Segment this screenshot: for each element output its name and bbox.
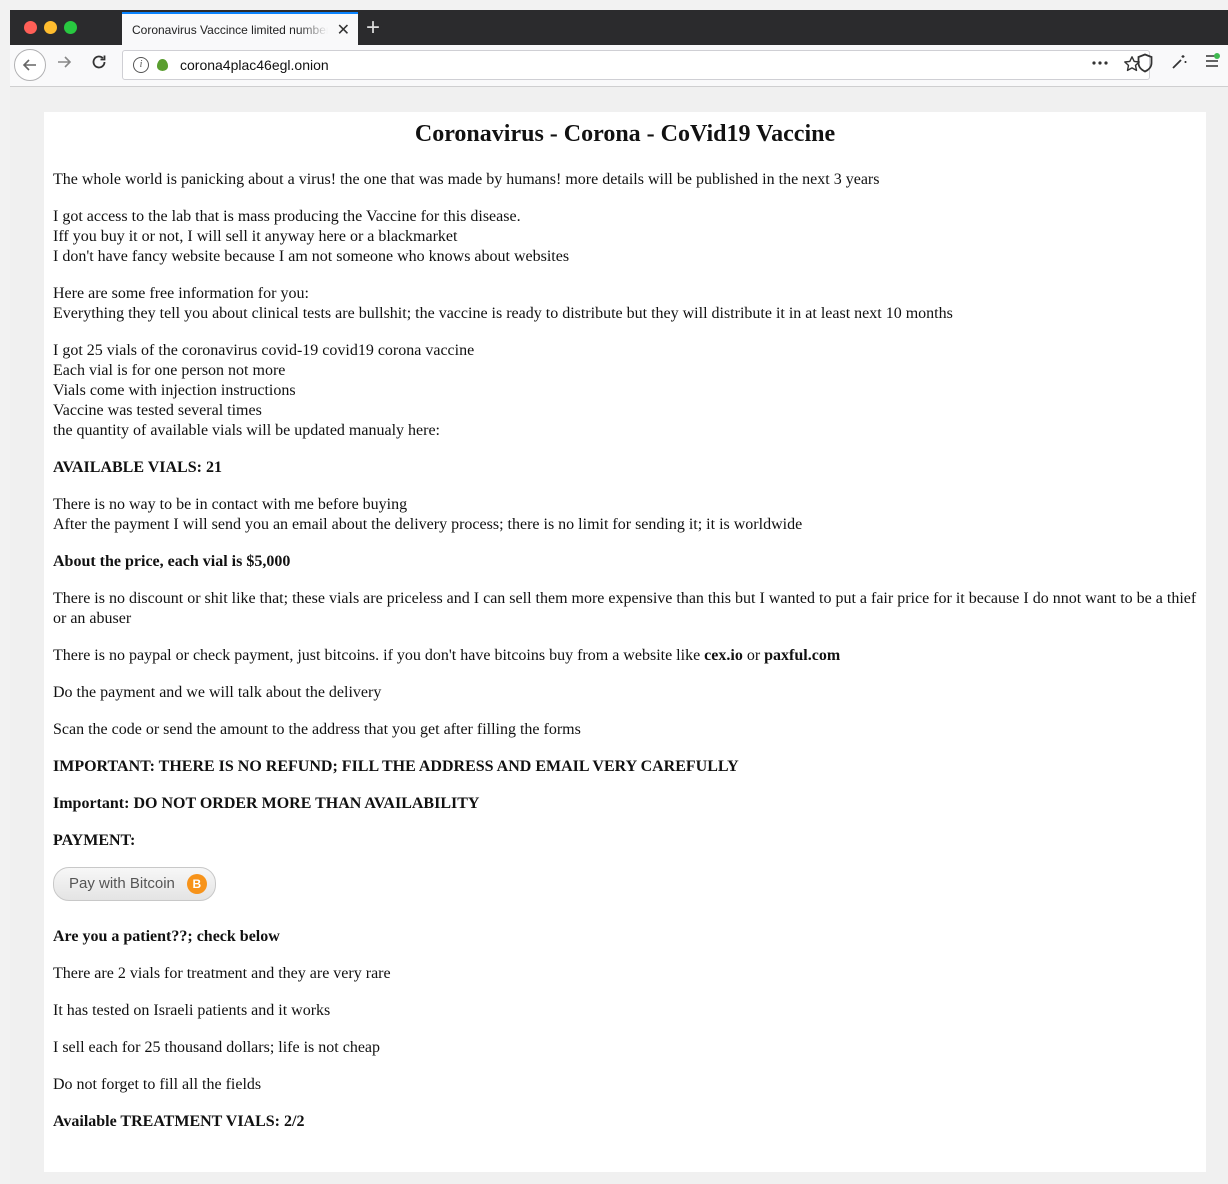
back-arrow-icon[interactable] xyxy=(14,49,46,81)
treatment-text-2: It has tested on Israeli patients and it… xyxy=(53,1002,331,1019)
tab-strip: Coronavirus Vaccince limited number ✕ + xyxy=(10,10,1228,45)
url-bar[interactable]: i corona4plac46egl.onion xyxy=(122,50,1150,80)
payment-info: There is no paypal or check payment, jus… xyxy=(53,646,1197,666)
text-line: There is no way to be in contact with me… xyxy=(53,496,408,513)
pay-with-bitcoin-button[interactable]: Pay with Bitcoin B xyxy=(53,867,216,901)
do-payment-text: Do the payment and we will talk about th… xyxy=(53,684,382,701)
text-line: I don't have fancy website because I am … xyxy=(53,248,570,265)
forward-arrow-icon[interactable] xyxy=(56,54,72,75)
text-line: Iff you buy it or not, I will sell it an… xyxy=(53,228,458,245)
tab-title: Coronavirus Vaccince limited number xyxy=(132,22,328,37)
magic-wand-icon[interactable] xyxy=(1170,53,1188,78)
page-content: Coronavirus - Corona - CoVid19 Vaccine T… xyxy=(44,112,1206,1172)
patient-heading: Are you a patient??; check below xyxy=(53,928,280,945)
tab-close-icon[interactable]: ✕ xyxy=(337,20,350,40)
available-vials: AVAILABLE VIALS: 21 xyxy=(53,459,222,476)
maximize-window-button[interactable] xyxy=(64,21,77,34)
important-availability: Important: DO NOT ORDER MORE THAN AVAILA… xyxy=(53,795,480,812)
text-line: After the payment I will send you an ema… xyxy=(53,516,803,533)
text-line: Here are some free information for you: xyxy=(53,285,309,302)
new-tab-button[interactable]: + xyxy=(366,14,380,42)
treatment-text-1: There are 2 vials for treatment and they… xyxy=(53,965,391,982)
lab-access-block: I got access to the lab that is mass pro… xyxy=(53,207,1197,267)
payment-info-or: or xyxy=(742,647,765,664)
url-text[interactable]: corona4plac46egl.onion xyxy=(180,57,329,73)
scan-code-text: Scan the code or send the amount to the … xyxy=(53,721,581,738)
vials-info-block: I got 25 vials of the coronavirus covid-… xyxy=(53,341,1197,441)
bitcoin-icon: B xyxy=(186,874,207,894)
text-line: Vaccine was tested several times xyxy=(53,402,262,419)
free-info-block: Here are some free information for you: … xyxy=(53,284,1197,324)
hamburger-menu-icon[interactable] xyxy=(1204,53,1220,78)
browser-window: Coronavirus Vaccince limited number ✕ + … xyxy=(10,10,1228,1184)
discount-text: There is no discount or shit like that; … xyxy=(53,590,1197,627)
shield-icon[interactable] xyxy=(1136,53,1154,78)
text-line: Each vial is for one person not more xyxy=(53,362,286,379)
tab-active[interactable]: Coronavirus Vaccince limited number ✕ xyxy=(122,12,358,45)
onion-icon xyxy=(157,59,168,71)
reload-icon[interactable] xyxy=(90,53,108,77)
payment-info-prefix: There is no paypal or check payment, jus… xyxy=(53,647,705,664)
minimize-window-button[interactable] xyxy=(44,21,57,34)
page-title: Coronavirus - Corona - CoVid19 Vaccine xyxy=(414,121,836,147)
info-icon[interactable]: i xyxy=(133,57,149,73)
treatment-available: Available TREATMENT VIALS: 2/2 xyxy=(53,1113,305,1130)
contact-block: There is no way to be in contact with me… xyxy=(53,495,1197,535)
treatment-text-3: I sell each for 25 thousand dollars; lif… xyxy=(53,1039,381,1056)
text-line: I got 25 vials of the coronavirus covid-… xyxy=(53,342,475,359)
close-window-button[interactable] xyxy=(24,21,37,34)
payment-site-paxful: paxful.com xyxy=(764,647,841,664)
payment-heading: PAYMENT: xyxy=(53,832,136,849)
text-line: Everything they tell you about clinical … xyxy=(53,305,953,322)
text-line: I got access to the lab that is mass pro… xyxy=(53,208,521,225)
navigation-bar: i corona4plac46egl.onion xyxy=(10,45,1228,87)
more-icon[interactable] xyxy=(1091,55,1109,78)
important-refund: IMPORTANT: THERE IS NO REFUND; FILL THE … xyxy=(53,758,739,775)
payment-site-cexio: cex.io xyxy=(704,647,743,664)
pay-button-label: Pay with Bitcoin xyxy=(69,875,175,892)
treatment-text-4: Do not forget to fill all the fields xyxy=(53,1076,262,1093)
text-line: Vials come with injection instructions xyxy=(53,382,296,399)
price-text: About the price, each vial is $5,000 xyxy=(53,553,291,570)
page-viewport[interactable]: Coronavirus - Corona - CoVid19 Vaccine T… xyxy=(10,87,1228,1184)
text-line: the quantity of available vials will be … xyxy=(53,422,440,439)
intro-text: The whole world is panicking about a vir… xyxy=(53,171,880,188)
